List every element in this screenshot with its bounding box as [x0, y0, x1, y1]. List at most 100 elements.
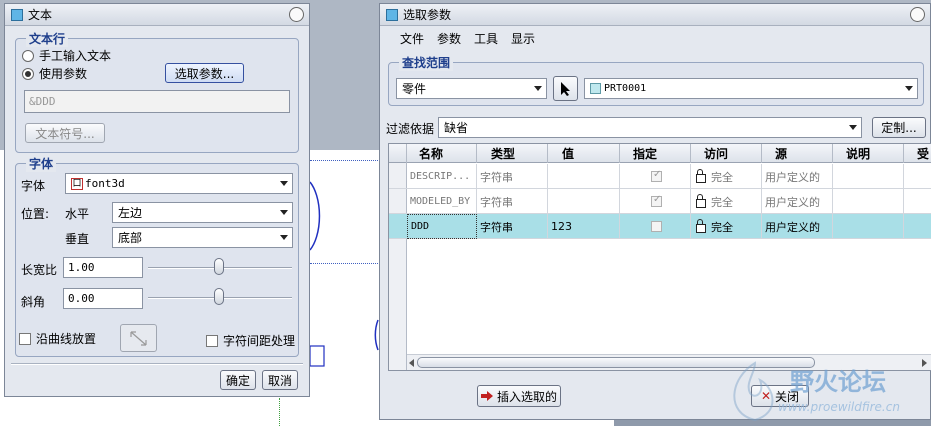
divider: [11, 363, 303, 365]
filter-value: 缺省: [444, 121, 469, 135]
select-param-label: 选取参数...: [174, 66, 235, 81]
slant-slider-thumb[interactable]: [214, 288, 224, 305]
font-icon: 口: [71, 177, 83, 190]
font-select[interactable]: 口 font3d: [65, 173, 293, 194]
checkbox-icon[interactable]: [19, 332, 31, 345]
column-designated[interactable]: 指定: [620, 144, 691, 163]
row-header-corner: [389, 144, 407, 163]
param-table: 名称 类型 值 指定 访问 源 说明 受 DESCRIP... 字符串 完全 用…: [388, 143, 931, 371]
column-name[interactable]: 名称: [407, 144, 477, 163]
param-dialog-title: 选取参数: [403, 8, 452, 22]
char-spacing-checkbox[interactable]: 字符间距处理: [206, 332, 295, 349]
column-description[interactable]: 说明: [833, 144, 904, 163]
aspect-value: 1.00: [68, 261, 95, 274]
access-label: 完全: [711, 220, 733, 234]
datum-line: [310, 160, 380, 161]
select-param-button[interactable]: 选取参数...: [165, 63, 244, 83]
table-row-selected[interactable]: DDD 字符串 123 完全 用户定义的: [389, 214, 931, 239]
scroll-left-icon[interactable]: [409, 359, 414, 367]
slant-label: 斜角: [21, 295, 46, 309]
access-label: 完全: [711, 170, 733, 184]
radio-selected-icon[interactable]: [22, 67, 34, 80]
horizontal-select[interactable]: 左边: [112, 202, 293, 223]
watermark-title: 野火论坛: [790, 368, 886, 396]
lock-icon: [694, 193, 710, 210]
window-icon: [386, 8, 398, 21]
chevron-down-icon: [280, 181, 288, 186]
customize-button[interactable]: 定制...: [872, 117, 926, 138]
lock-icon: [694, 218, 710, 235]
insert-selected-button[interactable]: 插入选取的: [477, 385, 561, 407]
table-header: 名称 类型 值 指定 访问 源 说明 受: [389, 144, 931, 163]
menu-bar: 文件 参数 工具 显示: [380, 27, 930, 49]
checkbox-icon: [651, 221, 662, 232]
column-label: 访问: [704, 147, 729, 161]
text-line-group-label: 文本行: [26, 30, 69, 47]
position-label: 位置:: [21, 207, 50, 221]
part-icon: [590, 83, 601, 94]
table-row[interactable]: MODELED_BY 字符串 完全 用户定义的: [389, 189, 931, 214]
column-access[interactable]: 访问: [691, 144, 762, 163]
flip-arrows-icon: [130, 331, 147, 346]
text-dialog: 文本 文本行 手工输入文本 使用参数 选取参数... &DDD 文本符号... …: [4, 3, 310, 397]
flip-direction-button: [120, 324, 157, 352]
text-value-field[interactable]: &DDD: [24, 90, 290, 113]
close-icon[interactable]: [289, 7, 304, 22]
checkbox-checked-icon: [651, 169, 662, 182]
place-on-curve-checkbox[interactable]: 沿曲线放置: [19, 330, 96, 347]
param-dialog-titlebar[interactable]: 选取参数: [380, 4, 930, 26]
radio-manual-label: 手工输入文本: [39, 49, 112, 63]
vertical-value: 底部: [118, 231, 143, 245]
chevron-down-icon: [534, 86, 542, 91]
cell-source: 用户定义的: [762, 189, 833, 214]
access-label: 完全: [711, 195, 733, 209]
cursor-arrow-icon: [560, 81, 570, 96]
column-label: 类型: [491, 147, 516, 161]
menu-parameters[interactable]: 参数: [437, 30, 461, 47]
column-type[interactable]: 类型: [477, 144, 548, 163]
menu-file[interactable]: 文件: [400, 30, 424, 47]
datum-line: [279, 398, 280, 426]
radio-icon[interactable]: [22, 49, 34, 62]
vertical-label: 垂直: [65, 232, 90, 246]
scope-select[interactable]: 零件: [396, 78, 547, 99]
close-icon[interactable]: [910, 7, 925, 22]
search-scope-label: 查找范围: [399, 54, 454, 71]
customize-label: 定制...: [881, 121, 917, 135]
menu-display[interactable]: 显示: [511, 30, 535, 47]
horizontal-label: 水平: [65, 207, 90, 221]
chevron-down-icon: [849, 125, 857, 130]
radio-use-param[interactable]: 使用参数: [22, 65, 87, 82]
cancel-button[interactable]: 取消: [262, 370, 298, 390]
column-value[interactable]: 值: [548, 144, 620, 163]
place-on-curve-label: 沿曲线放置: [36, 332, 97, 346]
model-select[interactable]: PRT0001: [584, 78, 918, 99]
cell-name: DDD: [407, 214, 477, 239]
column-source[interactable]: 源: [762, 144, 833, 163]
cell-name: DESCRIP...: [407, 164, 477, 189]
pick-model-button[interactable]: [553, 76, 578, 101]
window-icon: [11, 8, 23, 21]
slant-input[interactable]: 0.00: [63, 288, 143, 309]
cell-type: 字符串: [477, 164, 548, 189]
aspect-input[interactable]: 1.00: [63, 257, 143, 278]
filter-select[interactable]: 缺省: [438, 117, 862, 138]
text-dialog-titlebar[interactable]: 文本: [5, 4, 309, 26]
column-label: 名称: [419, 147, 444, 161]
column-restricted[interactable]: 受: [904, 144, 931, 163]
model-value: PRT0001: [604, 83, 647, 94]
checkbox-icon[interactable]: [206, 334, 218, 347]
cell-designated: [620, 214, 691, 239]
vertical-select[interactable]: 底部: [112, 227, 293, 248]
column-label: 指定: [633, 147, 658, 161]
aspect-slider-thumb[interactable]: [214, 258, 224, 275]
chevron-down-icon: [280, 210, 288, 215]
horizontal-value: 左边: [118, 206, 143, 220]
menu-tools[interactable]: 工具: [474, 30, 498, 47]
radio-manual-text[interactable]: 手工输入文本: [22, 47, 111, 64]
char-spacing-label: 字符间距处理: [223, 334, 296, 348]
ok-button[interactable]: 确定: [220, 370, 256, 390]
table-row[interactable]: DESCRIP... 字符串 完全 用户定义的: [389, 164, 931, 189]
search-scope-group: 查找范围 零件 PRT0001: [388, 54, 924, 106]
checkbox-checked-icon: [651, 194, 662, 207]
